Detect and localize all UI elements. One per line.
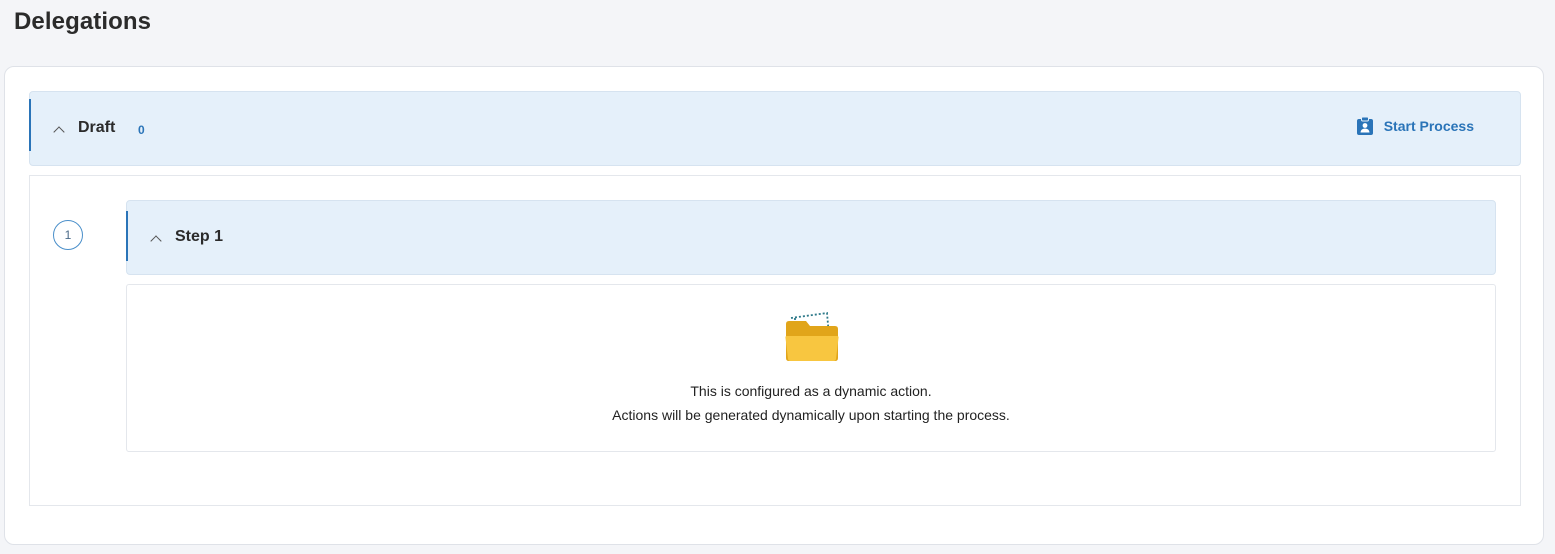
start-process-label: Start Process [1383, 118, 1474, 134]
accent-bar [126, 211, 128, 261]
start-process-button[interactable]: Start Process [1356, 116, 1474, 136]
step-label: Step 1 [175, 228, 224, 245]
accent-bar [29, 99, 31, 151]
empty-state-message-line1: This is configured as a dynamic action. [690, 383, 932, 399]
chevron-up-icon[interactable] [150, 235, 162, 247]
step-header[interactable]: Step 1 [126, 200, 1496, 275]
page-title: Delegations [14, 8, 152, 35]
draft-label: Draft [78, 119, 116, 136]
step-number-badge: 1 [53, 220, 83, 250]
chevron-up-icon[interactable] [53, 126, 65, 138]
step-empty-state: This is configured as a dynamic action. … [126, 284, 1496, 452]
draft-section-header[interactable]: Draft 0 Start Process [29, 91, 1521, 166]
draft-count-badge: 0 [138, 123, 145, 137]
delegations-card: Draft 0 Start Process 1 Step 1 This is c… [4, 66, 1544, 545]
open-folder-icon [783, 310, 841, 369]
clipboard-person-icon [1356, 116, 1374, 136]
draft-section-body: 1 Step 1 This is configured as a dynamic… [29, 175, 1521, 506]
empty-state-message-line2: Actions will be generated dynamically up… [612, 407, 1010, 423]
